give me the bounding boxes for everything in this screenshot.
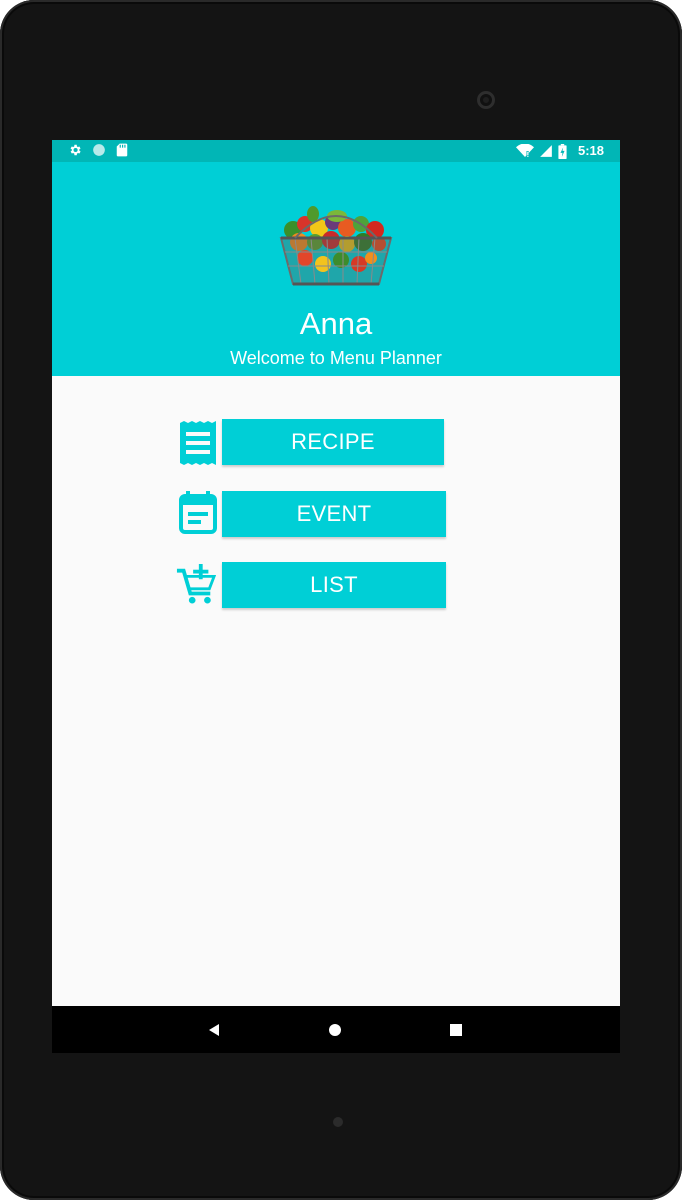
recipe-row: RECIPE (52, 419, 620, 467)
cell-signal-icon (540, 145, 552, 157)
camera-icon (477, 91, 495, 109)
settings-icon (70, 144, 81, 156)
recents-icon[interactable] (444, 1018, 468, 1042)
add-to-cart-icon (176, 564, 216, 604)
status-bar: 5:18 (52, 140, 620, 162)
circle-notification-icon (93, 144, 105, 156)
screen: 5:18 Anna Welcome to Menu Planner RECIPE… (52, 140, 620, 1053)
wifi-icon (515, 144, 534, 157)
home-icon[interactable] (323, 1018, 347, 1042)
header: Anna Welcome to Menu Planner (52, 162, 620, 376)
event-button[interactable]: EVENT (222, 491, 446, 537)
list-button[interactable]: LIST (222, 562, 446, 608)
status-left-icons (68, 143, 128, 157)
event-row: EVENT (52, 491, 620, 539)
back-icon[interactable] (202, 1018, 226, 1042)
status-right-icons: 5:18 (515, 143, 604, 159)
battery-charging-icon (558, 143, 567, 159)
status-time: 5:18 (577, 143, 604, 158)
tablet-frame: 5:18 Anna Welcome to Menu Planner RECIPE… (0, 0, 682, 1200)
calendar-icon (179, 491, 217, 534)
navigation-bar (52, 1006, 620, 1053)
welcome-text: Welcome to Menu Planner (230, 348, 442, 368)
microphone-dot (333, 1117, 343, 1127)
list-row: LIST (52, 562, 620, 610)
recipe-button[interactable]: RECIPE (222, 419, 444, 465)
sd-card-icon (116, 143, 128, 157)
grocery-basket-icon (279, 206, 393, 286)
user-name: Anna (299, 306, 373, 341)
receipt-icon (180, 421, 216, 465)
